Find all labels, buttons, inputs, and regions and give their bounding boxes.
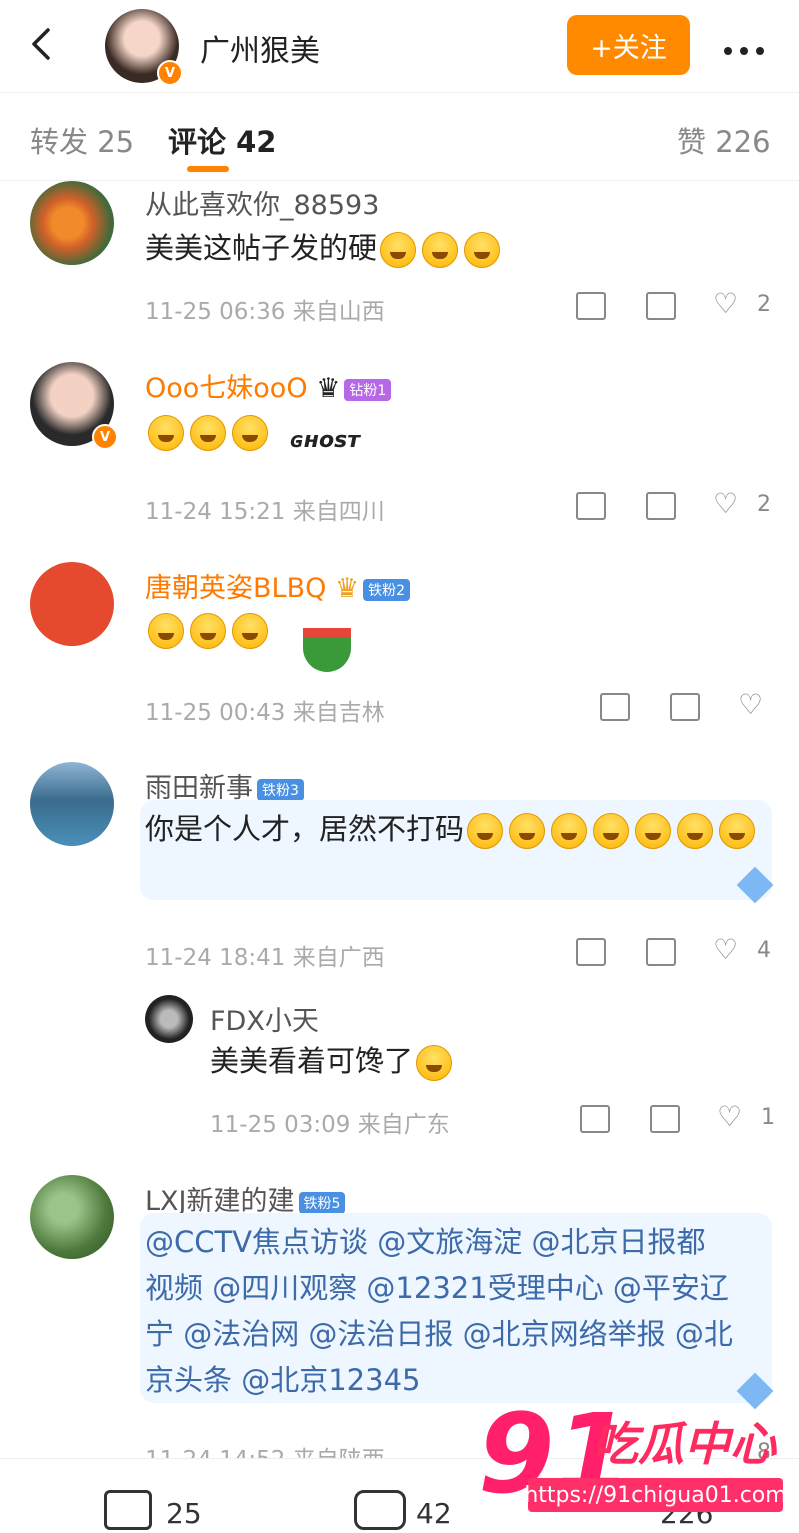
fan-badge: 铁粉3 bbox=[257, 778, 304, 801]
emoji-icon bbox=[422, 232, 459, 268]
like-icon[interactable]: ♡ bbox=[713, 933, 738, 966]
comment-text-line[interactable]: 京头条 @北京12345 bbox=[145, 1357, 420, 1403]
comment-meta: 11-25 00:43 来自吉林 bbox=[145, 700, 385, 726]
comment-emojis bbox=[145, 606, 271, 652]
emoji-icon bbox=[464, 232, 501, 268]
fan-badge: 铁粉2 bbox=[363, 578, 411, 601]
verified-icon: V bbox=[157, 60, 183, 86]
comment-text: 你是个人才，居然不打码 bbox=[145, 806, 765, 852]
repost-icon[interactable] bbox=[104, 1490, 152, 1530]
comment-text-line[interactable]: 宁 @法治网 @法治日报 @北京网络举报 @北 bbox=[145, 1311, 733, 1357]
repost-count[interactable]: 25 bbox=[166, 1497, 202, 1530]
share-icon[interactable] bbox=[576, 292, 606, 320]
emoji-icon bbox=[232, 613, 268, 649]
like-count: 1 bbox=[761, 1105, 775, 1130]
follow-button[interactable]: +关注 bbox=[567, 15, 690, 75]
more-icon[interactable] bbox=[724, 40, 772, 59]
reply-icon[interactable] bbox=[646, 292, 676, 320]
comment-meta: 11-24 15:21 来自四川 bbox=[145, 499, 385, 525]
share-icon[interactable] bbox=[576, 938, 606, 966]
emoji-icon bbox=[190, 613, 226, 649]
like-count: 4 bbox=[757, 938, 771, 963]
emoji-icon bbox=[148, 613, 184, 649]
emoji-icon bbox=[148, 415, 184, 451]
watermark-text: 吃瓜中心 bbox=[592, 1417, 776, 1471]
commenter-name[interactable]: Ooo七妹ooO ♛ 钻粉1 bbox=[145, 366, 392, 405]
comment-text-line[interactable]: 视频 @四川观察 @12321受理中心 @平安辽 bbox=[145, 1265, 729, 1311]
like-icon[interactable]: ♡ bbox=[713, 487, 738, 520]
ghost-sticker-icon: ɢʜᴏsᴛ bbox=[290, 428, 360, 453]
back-icon[interactable] bbox=[22, 24, 62, 64]
reply-icon[interactable] bbox=[646, 938, 676, 966]
emoji-icon bbox=[719, 813, 756, 849]
comment-text-line[interactable]: @CCTV焦点访谈 @文旅海淀 @北京日报都 bbox=[145, 1219, 706, 1265]
author-name[interactable]: 广州狠美 bbox=[200, 26, 320, 70]
verified-icon: V bbox=[92, 424, 118, 450]
emoji-icon bbox=[380, 232, 417, 268]
commenter-avatar[interactable] bbox=[30, 562, 114, 646]
watermelon-sticker-icon bbox=[303, 628, 351, 672]
commenter-avatar[interactable] bbox=[145, 995, 193, 1043]
comment-meta: 11-25 03:09 来自广东 bbox=[210, 1112, 450, 1138]
emoji-icon bbox=[416, 1045, 453, 1081]
tab-repost[interactable]: 转发 25 bbox=[30, 119, 134, 161]
tab-indicator bbox=[187, 166, 229, 172]
share-icon[interactable] bbox=[600, 693, 630, 721]
comment-meta: 11-25 06:36 来自山西 bbox=[145, 299, 385, 325]
commenter-avatar[interactable] bbox=[30, 1175, 114, 1259]
emoji-icon bbox=[509, 813, 546, 849]
comment-meta: 11-24 18:41 来自广西 bbox=[145, 945, 385, 971]
commenter-avatar[interactable] bbox=[30, 181, 114, 265]
emoji-icon bbox=[232, 415, 268, 451]
comment-text: 美美看着可馋了 bbox=[210, 1038, 455, 1084]
emoji-icon bbox=[190, 415, 226, 451]
watermark-url: https://91chigua01.com bbox=[524, 1478, 787, 1512]
commenter-name[interactable]: 从此喜欢你_88593 bbox=[145, 183, 379, 222]
like-icon[interactable]: ♡ bbox=[738, 688, 763, 721]
commenter-name[interactable]: 唐朝英姿BLBQ ♛ 铁粉2 bbox=[145, 566, 411, 605]
like-icon[interactable]: ♡ bbox=[713, 287, 738, 320]
like-count: 2 bbox=[757, 292, 771, 317]
comment-emojis bbox=[145, 408, 271, 454]
tab-comment[interactable]: 评论 42 bbox=[168, 119, 276, 161]
reply-icon[interactable] bbox=[650, 1105, 680, 1133]
comment-icon[interactable] bbox=[354, 1490, 406, 1530]
reply-icon[interactable] bbox=[646, 492, 676, 520]
tab-like[interactable]: 赞 226 bbox=[677, 119, 771, 161]
share-icon[interactable] bbox=[580, 1105, 610, 1133]
comment-text: 美美这帖子发的硬 bbox=[145, 225, 503, 271]
comment-count[interactable]: 42 bbox=[416, 1497, 452, 1530]
emoji-icon bbox=[677, 813, 714, 849]
share-icon[interactable] bbox=[576, 492, 606, 520]
like-count: 2 bbox=[757, 492, 771, 517]
like-icon[interactable]: ♡ bbox=[717, 1100, 742, 1133]
emoji-icon bbox=[551, 813, 588, 849]
fan-badge: 钻粉1 bbox=[344, 378, 392, 401]
emoji-icon bbox=[467, 813, 504, 849]
emoji-icon bbox=[635, 813, 672, 849]
reply-icon[interactable] bbox=[670, 693, 700, 721]
emoji-icon bbox=[593, 813, 630, 849]
commenter-avatar[interactable] bbox=[30, 762, 114, 846]
commenter-name[interactable]: FDX小天 bbox=[210, 999, 319, 1038]
fan-badge: 铁粉5 bbox=[298, 1191, 346, 1214]
